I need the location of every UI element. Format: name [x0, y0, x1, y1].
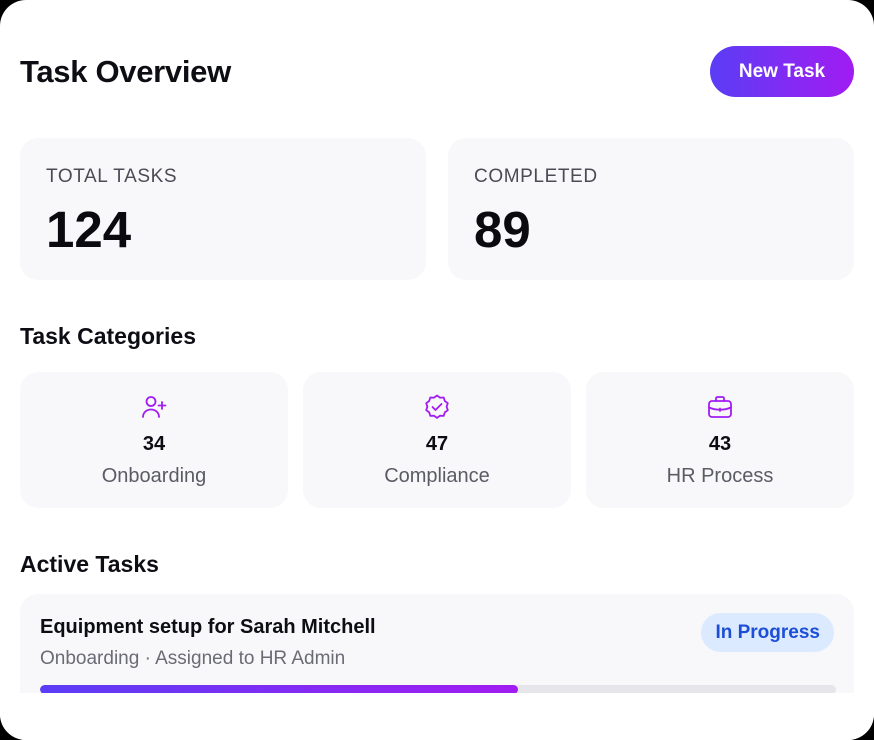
total-tasks-label: TOTAL TASKS [46, 166, 178, 187]
new-task-button[interactable]: New Task [710, 46, 854, 97]
task-categories-title: Task Categories [20, 323, 196, 349]
header: Task Overview New Task [20, 44, 854, 98]
badge-check-icon [303, 393, 571, 421]
category-label: HR Process [666, 465, 774, 487]
briefcase-icon [586, 393, 854, 421]
category-onboarding[interactable]: 34 Onboarding [20, 372, 288, 508]
total-tasks-card: TOTAL TASKS 124 [20, 138, 426, 280]
completed-value: 89 [474, 201, 531, 258]
task-meta: Onboarding · Assigned to HR Admin [40, 648, 346, 669]
completed-card: COMPLETED 89 [448, 138, 854, 280]
status-badge: In Progress [701, 613, 834, 652]
category-count: 34 [142, 433, 166, 455]
category-count: 47 [425, 433, 449, 455]
active-tasks-title: Active Tasks [20, 551, 159, 577]
total-tasks-value: 124 [46, 201, 132, 258]
user-plus-icon [20, 393, 288, 421]
category-compliance[interactable]: 47 Compliance [303, 372, 571, 508]
task-overview-panel: Task Overview New Task TOTAL TASKS 124 C… [0, 0, 874, 740]
category-count: 43 [708, 433, 732, 455]
category-label: Compliance [384, 465, 490, 487]
bottom-edge [0, 693, 874, 740]
category-label: Onboarding [101, 465, 207, 487]
page-title: Task Overview [20, 54, 231, 89]
completed-label: COMPLETED [474, 166, 598, 187]
category-hr-process[interactable]: 43 HR Process [586, 372, 854, 508]
task-title: Equipment setup for Sarah Mitchell [40, 616, 376, 638]
